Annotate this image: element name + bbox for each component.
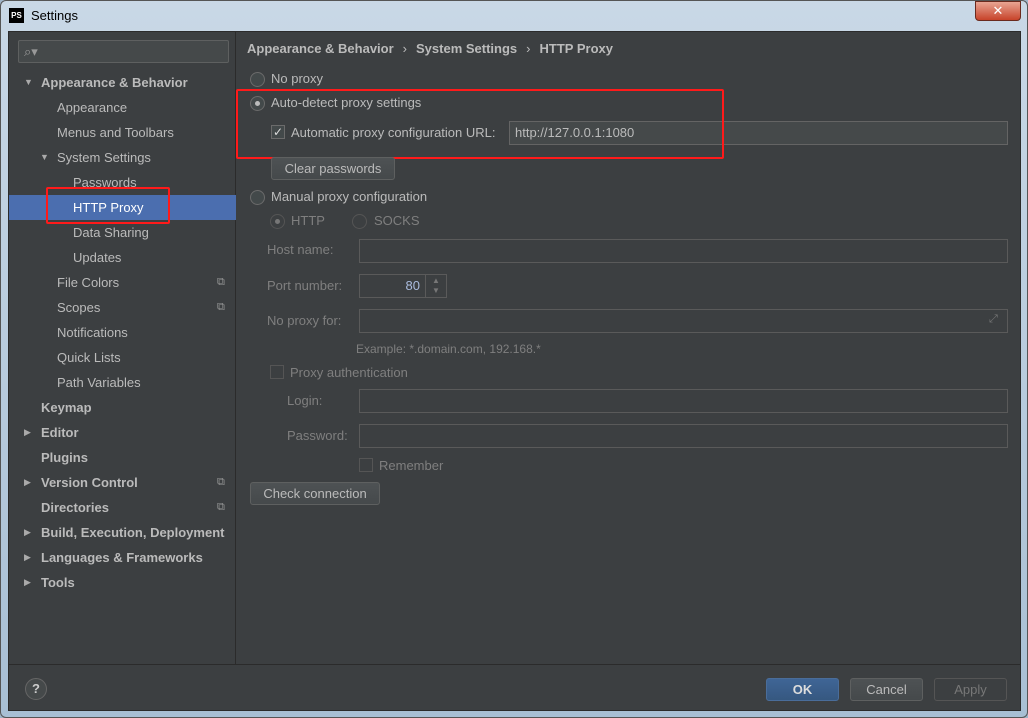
sidebar-item-label: Version Control xyxy=(41,475,138,490)
sidebar-item-notifications[interactable]: Notifications xyxy=(9,320,236,345)
sidebar-item-appearance[interactable]: Appearance xyxy=(9,95,236,120)
sidebar-item-system-settings[interactable]: ▼ System Settings xyxy=(9,145,236,170)
socks-label: SOCKS xyxy=(374,213,420,228)
host-name-label: Host name: xyxy=(267,242,334,257)
chevron-right-icon[interactable]: ▶ xyxy=(24,545,31,570)
no-proxy-for-input[interactable] xyxy=(359,309,1008,333)
stepper-arrows-icon[interactable]: ▲ ▼ xyxy=(425,275,446,297)
breadcrumb-item: System Settings xyxy=(416,41,518,56)
sidebar-item-appearance-behavior[interactable]: ▼ Appearance & Behavior xyxy=(9,70,236,95)
login-label: Login: xyxy=(287,393,323,408)
remember-label: Remember xyxy=(379,458,444,473)
proxy-auth-checkbox[interactable] xyxy=(270,365,284,379)
host-name-input[interactable] xyxy=(359,239,1008,263)
expand-icon[interactable]: ⤢ xyxy=(989,313,998,326)
project-level-icon: ⧉ xyxy=(217,301,225,313)
sidebar-item-label: File Colors xyxy=(57,275,120,290)
app-icon: PS xyxy=(9,8,24,23)
sidebar-item-updates[interactable]: Updates xyxy=(9,245,236,270)
sidebar-item-label: Appearance & Behavior xyxy=(41,75,188,90)
manual-proxy-radio[interactable] xyxy=(250,190,265,205)
sidebar-item-label: Notifications xyxy=(57,325,128,340)
close-button[interactable]: ✕ xyxy=(975,1,1021,21)
check-connection-button[interactable]: Check connection xyxy=(250,482,380,505)
project-level-icon: ⧉ xyxy=(217,501,225,513)
password-input[interactable] xyxy=(359,424,1008,448)
project-level-icon: ⧉ xyxy=(217,476,225,488)
search-icon: ⌕▾ xyxy=(24,44,38,59)
sidebar-item-label: Menus and Toolbars xyxy=(57,125,174,140)
sidebar-item-keymap[interactable]: Keymap xyxy=(9,395,236,420)
highlight-box xyxy=(46,187,170,224)
sidebar-item-label: Editor xyxy=(41,425,79,440)
no-proxy-for-label: No proxy for: xyxy=(267,313,342,328)
sidebar-item-data-sharing[interactable]: Data Sharing xyxy=(9,220,236,245)
no-proxy-label: No proxy xyxy=(271,71,324,86)
apply-button[interactable]: Apply xyxy=(934,678,1007,701)
chevron-right-icon[interactable]: ▶ xyxy=(24,570,31,595)
breadcrumb: Appearance & Behavior › System Settings › HT… xyxy=(247,41,613,56)
http-proxy-panel: Appearance & Behavior › System Settings › HT… xyxy=(236,32,1022,664)
sidebar-item-label: Appearance xyxy=(57,100,128,115)
socks-radio[interactable] xyxy=(352,214,367,229)
chevron-right-icon[interactable]: ▶ xyxy=(24,420,31,445)
port-number-label: Port number: xyxy=(267,278,343,293)
settings-window: PS Settings ✕ ⌕▾ ▼ Appearance & Behavior A… xyxy=(0,0,1028,718)
sidebar-item-file-colors[interactable]: File Colors ⧉ xyxy=(9,270,236,295)
sidebar-item-scopes[interactable]: Scopes ⧉ xyxy=(9,295,236,320)
chevron-down-icon[interactable]: ▼ xyxy=(24,70,33,95)
sidebar-item-label: Quick Lists xyxy=(57,350,121,365)
http-radio[interactable] xyxy=(270,214,285,229)
no-proxy-radio[interactable] xyxy=(250,72,265,87)
settings-sidebar: ⌕▾ ▼ Appearance & Behavior Appearance Menus… xyxy=(9,32,236,664)
sidebar-item-label: Build, Execution, Deployment xyxy=(41,525,225,540)
sidebar-item-label: Data Sharing xyxy=(73,225,149,240)
clear-passwords-button[interactable]: Clear passwords xyxy=(271,157,395,180)
remember-checkbox[interactable] xyxy=(359,458,373,472)
search-input[interactable]: ⌕▾ xyxy=(18,40,229,63)
sidebar-item-plugins[interactable]: Plugins xyxy=(9,445,236,470)
sidebar-item-editor[interactable]: ▶ Editor xyxy=(9,420,236,445)
help-button[interactable]: ? xyxy=(25,678,47,700)
sidebar-item-build-execution-deployment[interactable]: ▶ Build, Execution, Deployment xyxy=(9,520,236,545)
ok-button[interactable]: OK xyxy=(766,678,839,701)
sidebar-item-tools[interactable]: ▶ Tools xyxy=(9,570,236,595)
highlight-box xyxy=(236,89,724,159)
dialog-content: ⌕▾ ▼ Appearance & Behavior Appearance Menus… xyxy=(8,31,1021,711)
manual-proxy-label: Manual proxy configuration xyxy=(271,189,428,204)
title-bar: PS Settings ✕ xyxy=(1,1,1027,31)
http-label: HTTP xyxy=(291,213,325,228)
chevron-down-icon[interactable]: ▼ xyxy=(40,145,49,170)
password-label: Password: xyxy=(287,428,348,443)
project-level-icon: ⧉ xyxy=(217,276,225,288)
login-input[interactable] xyxy=(359,389,1008,413)
sidebar-item-label: Languages & Frameworks xyxy=(41,550,203,565)
chevron-right-icon[interactable]: ▶ xyxy=(24,470,31,495)
proxy-auth-label: Proxy authentication xyxy=(290,365,408,380)
dialog-footer: ? OK Cancel Apply xyxy=(9,664,1020,710)
breadcrumb-item: HTTP Proxy xyxy=(539,41,613,56)
sidebar-item-quick-lists[interactable]: Quick Lists xyxy=(9,345,236,370)
breadcrumb-item: Appearance & Behavior xyxy=(247,41,394,56)
cancel-button[interactable]: Cancel xyxy=(850,678,923,701)
sidebar-item-path-variables[interactable]: Path Variables xyxy=(9,370,236,395)
sidebar-item-languages-frameworks[interactable]: ▶ Languages & Frameworks xyxy=(9,545,236,570)
sidebar-item-label: Directories xyxy=(41,500,109,515)
window-title: Settings xyxy=(31,8,78,23)
chevron-right-icon[interactable]: ▶ xyxy=(24,520,31,545)
sidebar-item-label: Keymap xyxy=(41,400,92,415)
sidebar-item-label: Path Variables xyxy=(57,375,141,390)
breadcrumb-separator: › xyxy=(402,41,408,56)
breadcrumb-separator: › xyxy=(526,41,531,56)
sidebar-item-label: Tools xyxy=(41,575,75,590)
sidebar-item-label: Scopes xyxy=(57,300,101,315)
example-hint: Example: *.domain.com, 192.168.* xyxy=(356,342,541,356)
sidebar-item-directories[interactable]: Directories ⧉ xyxy=(9,495,236,520)
sidebar-item-menus-and-toolbars[interactable]: Menus and Toolbars xyxy=(9,120,236,145)
sidebar-item-version-control[interactable]: ▶ Version Control ⧉ xyxy=(9,470,236,495)
sidebar-item-label: Updates xyxy=(73,250,122,265)
sidebar-item-label: Plugins xyxy=(41,450,88,465)
sidebar-item-label: System Settings xyxy=(57,150,151,165)
